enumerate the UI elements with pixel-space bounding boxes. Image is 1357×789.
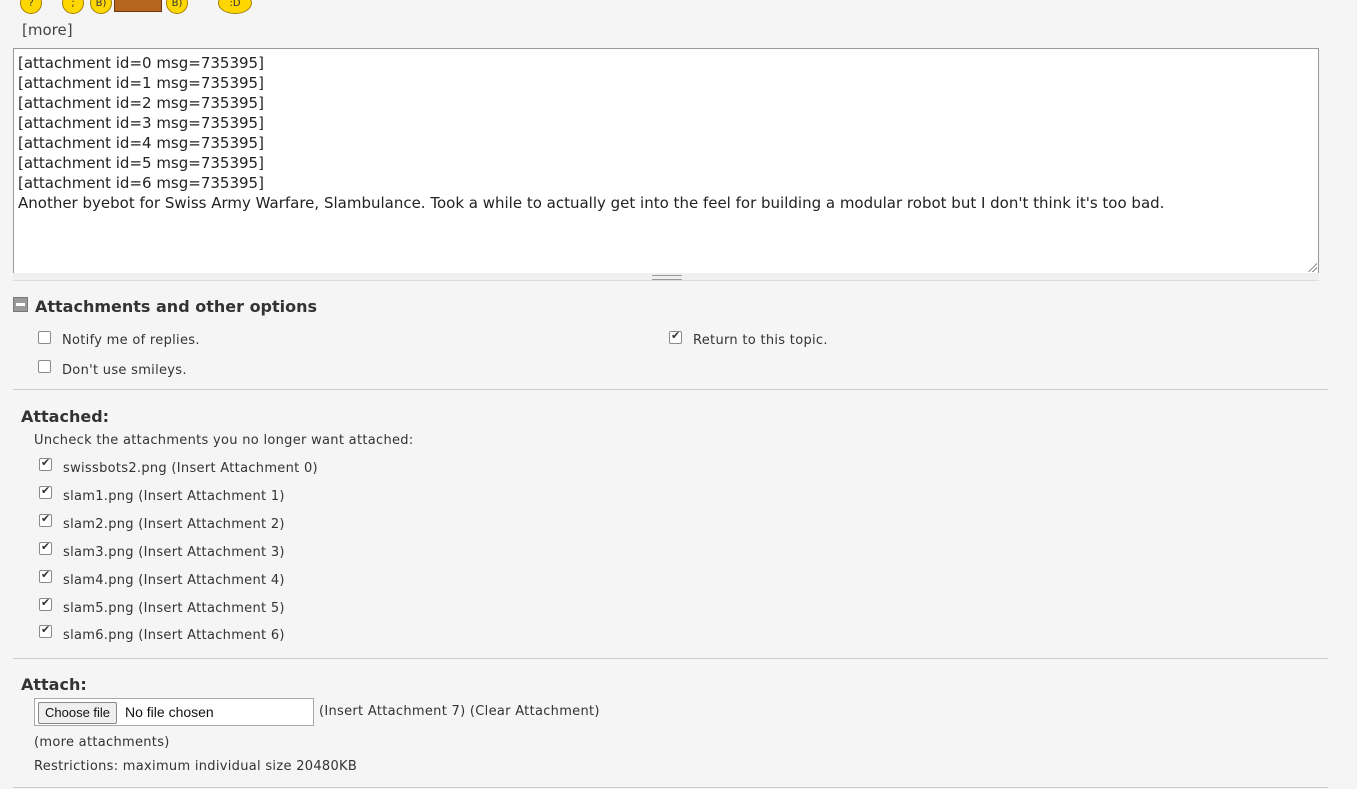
editor-resize-bar[interactable] <box>13 273 1319 281</box>
choose-file-button[interactable]: Choose file <box>38 702 118 724</box>
file-status: No file chosen <box>125 704 214 720</box>
divider <box>13 658 1328 659</box>
cool-smiley-icon[interactable]: B) <box>90 0 112 14</box>
wink-smiley-icon[interactable]: ; <box>62 0 84 14</box>
attachment-checkbox[interactable] <box>39 484 52 499</box>
attachment-checkbox[interactable] <box>39 596 52 611</box>
attachment-label[interactable]: swissbots2.png (Insert Attachment 0) <box>63 461 318 476</box>
no-smileys-label: Don't use smileys. <box>62 363 187 378</box>
more-smileys-link[interactable]: [more] <box>22 21 73 39</box>
attachment-label[interactable]: slam5.png (Insert Attachment 5) <box>63 601 285 616</box>
return-to-topic-label: Return to this topic. <box>693 333 828 348</box>
attached-heading: Attached: <box>21 407 110 426</box>
restrictions-text: Restrictions: maximum individual size 20… <box>34 759 358 774</box>
notify-label: Notify me of replies. <box>62 333 200 348</box>
divider <box>13 389 1328 390</box>
attach-heading: Attach: <box>21 675 87 694</box>
attachment-label[interactable]: slam1.png (Insert Attachment 1) <box>63 489 285 504</box>
options-section-title[interactable]: Attachments and other options <box>35 297 317 316</box>
resize-handle-icon[interactable] <box>1307 262 1317 272</box>
file-input[interactable]: Choose file No file chosen <box>34 698 314 726</box>
divider <box>13 787 1328 788</box>
notify-checkbox[interactable] <box>38 331 51 344</box>
attachment-checkbox[interactable] <box>39 540 52 555</box>
attachment-checkbox[interactable] <box>39 456 52 471</box>
message-textarea[interactable]: [attachment id=0 msg=735395] [attachment … <box>13 48 1319 274</box>
attachment-label[interactable]: slam3.png (Insert Attachment 3) <box>63 545 285 560</box>
confused-smiley-icon[interactable]: ? <box>20 0 42 14</box>
more-attachments-link[interactable]: (more attachments) <box>34 735 170 750</box>
message-text: [attachment id=0 msg=735395] [attachment … <box>18 54 1165 212</box>
return-to-topic-checkbox[interactable] <box>669 329 682 344</box>
treasure-smiley-icon[interactable] <box>114 0 162 12</box>
attachment-label[interactable]: slam2.png (Insert Attachment 2) <box>63 517 285 532</box>
attachment-checkbox[interactable] <box>39 512 52 527</box>
attachment-label[interactable]: slam6.png (Insert Attachment 6) <box>63 628 285 643</box>
insert-clear-attachment-links[interactable]: (Insert Attachment 7) (Clear Attachment) <box>319 704 600 719</box>
collapse-toggle-icon[interactable] <box>13 297 28 312</box>
no-smileys-checkbox[interactable] <box>38 360 51 373</box>
attachment-checkbox[interactable] <box>39 623 52 638</box>
attachment-label[interactable]: slam4.png (Insert Attachment 4) <box>63 573 285 588</box>
attachment-checkbox[interactable] <box>39 568 52 583</box>
grip-icon <box>652 275 682 280</box>
attached-instructions: Uncheck the attachments you no longer wa… <box>34 433 414 448</box>
cool-smiley-icon[interactable]: B) <box>166 0 188 14</box>
party-smiley-icon[interactable]: :D <box>218 0 252 14</box>
